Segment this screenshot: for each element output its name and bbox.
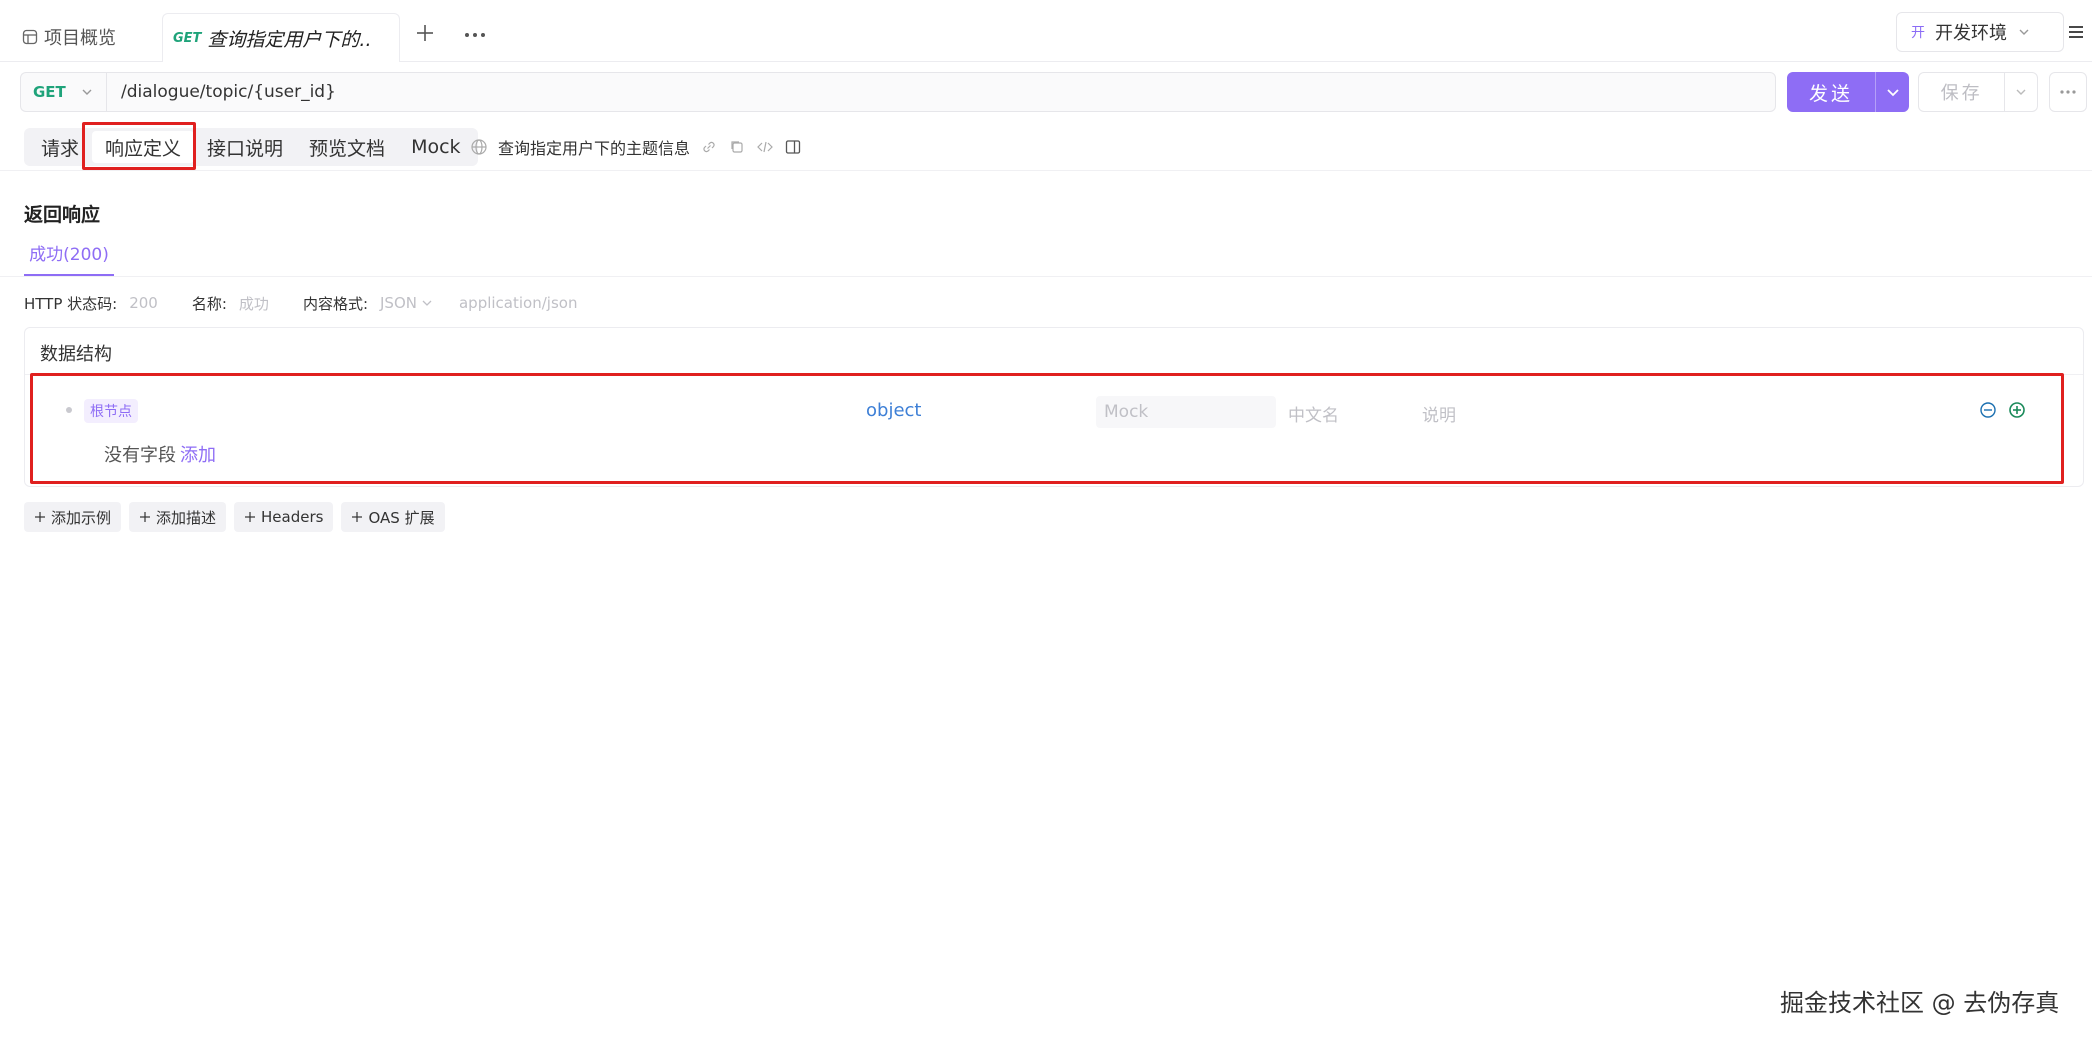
response-actions: 添加示例 添加描述 Headers OAS 扩展: [24, 502, 445, 532]
url-input[interactable]: /dialogue/topic/{user_id}: [106, 72, 1776, 112]
url-value: /dialogue/topic/{user_id}: [121, 82, 336, 102]
sub-tab-bar: 请求 响应定义 接口说明 预览文档 Mock: [24, 128, 478, 166]
add-oas-extension-button[interactable]: OAS 扩展: [341, 502, 445, 532]
add-field-link[interactable]: 添加: [180, 441, 216, 467]
content-format-label: 内容格式:: [302, 294, 368, 313]
overview-icon: [22, 29, 38, 45]
add-example-label: 添加示例: [51, 508, 112, 527]
send-label: 发送: [1808, 82, 1853, 105]
tab-request[interactable]: 请求: [28, 131, 92, 163]
divider: [0, 170, 2092, 171]
status-code-label: HTTP 状态码:: [24, 294, 118, 313]
method-value: GET: [33, 83, 66, 101]
divider: [0, 276, 2092, 277]
plus-icon: [352, 512, 363, 522]
environment-select[interactable]: 开 开发环境: [1896, 12, 2064, 52]
chinese-name-input[interactable]: 中文名: [1288, 401, 1339, 426]
method-select[interactable]: GET: [20, 72, 106, 112]
watermark: 掘金技术社区 @ 去伪存真: [1780, 989, 2060, 1017]
content-format-select[interactable]: JSON: [380, 294, 417, 312]
plus-icon: [140, 512, 151, 522]
more-icon[interactable]: [462, 26, 488, 44]
tab-response-success[interactable]: 成功(200): [24, 240, 114, 276]
tab-project-overview[interactable]: 项目概览: [22, 24, 116, 50]
add-example-button[interactable]: 添加示例: [24, 502, 122, 532]
tab-label: 查询指定用户下的..: [207, 28, 372, 51]
card-title: 数据结构: [40, 344, 112, 365]
plus-icon: [35, 512, 45, 522]
description-input[interactable]: 说明: [1422, 401, 1456, 426]
interface-info: 查询指定用户下的主题信息: [470, 134, 802, 160]
tab-preview-doc[interactable]: 预览文档: [296, 131, 398, 163]
chevron-down-icon: [421, 297, 433, 309]
copy-icon[interactable]: [728, 138, 746, 156]
tab-method-badge: GET: [173, 30, 202, 46]
tree-bullet: [66, 407, 72, 413]
section-title: 返回响应: [24, 204, 101, 226]
divider: [25, 374, 2083, 375]
mock-placeholder: Mock: [1104, 402, 1149, 422]
empty-fields: 没有字段 添加: [104, 441, 216, 467]
add-description-label: 添加描述: [156, 508, 217, 527]
save-button[interactable]: 保存: [1918, 72, 2038, 112]
response-meta: HTTP 状态码: 200 名称: 成功 内容格式: JSON applicat…: [24, 292, 577, 314]
content-type-value: application/json: [458, 294, 578, 312]
chevron-down-icon[interactable]: [2005, 85, 2037, 99]
add-headers-label: Headers: [261, 508, 324, 526]
collapse-icon[interactable]: [1979, 401, 1997, 419]
env-name: 开发环境: [1935, 23, 2007, 44]
add-description-button[interactable]: 添加描述: [129, 502, 227, 532]
interface-title: 查询指定用户下的主题信息: [498, 139, 691, 158]
add-oas-extension-label: OAS 扩展: [368, 508, 435, 527]
empty-text: 没有字段: [104, 445, 176, 466]
more-options-icon[interactable]: [2049, 72, 2087, 112]
name-input[interactable]: 成功: [239, 293, 269, 314]
tab-api-description[interactable]: 接口说明: [194, 131, 296, 163]
name-label: 名称:: [191, 294, 227, 313]
link-icon[interactable]: [700, 138, 718, 156]
tab-response-definition[interactable]: 响应定义: [92, 131, 195, 163]
send-button[interactable]: 发送: [1787, 72, 1909, 112]
chevron-down-icon: [80, 85, 94, 99]
globe-icon: [470, 138, 488, 156]
side-panel-icon[interactable]: [784, 138, 802, 156]
tab-label: 项目概览: [44, 28, 116, 49]
add-headers-button[interactable]: Headers: [234, 502, 334, 532]
chevron-down-icon: [2017, 25, 2031, 39]
tab-api-endpoint[interactable]: GET 查询指定用户下的..: [162, 13, 400, 62]
add-field-icon[interactable]: [2008, 401, 2026, 419]
hamburger-menu-icon[interactable]: [2066, 22, 2086, 42]
save-label: 保存: [1940, 83, 1983, 104]
env-tag: 开: [1911, 25, 1925, 41]
plus-icon: [245, 512, 256, 522]
root-node-badge: 根节点: [84, 399, 138, 423]
type-select[interactable]: object: [866, 400, 921, 421]
status-code-input[interactable]: 200: [129, 294, 158, 312]
code-icon[interactable]: [756, 138, 774, 156]
data-structure-card: [24, 327, 2084, 487]
tab-mock[interactable]: Mock: [398, 131, 473, 163]
mock-input[interactable]: Mock: [1096, 396, 1276, 428]
chevron-down-icon[interactable]: [1876, 84, 1909, 100]
add-tab-icon[interactable]: [414, 22, 436, 44]
